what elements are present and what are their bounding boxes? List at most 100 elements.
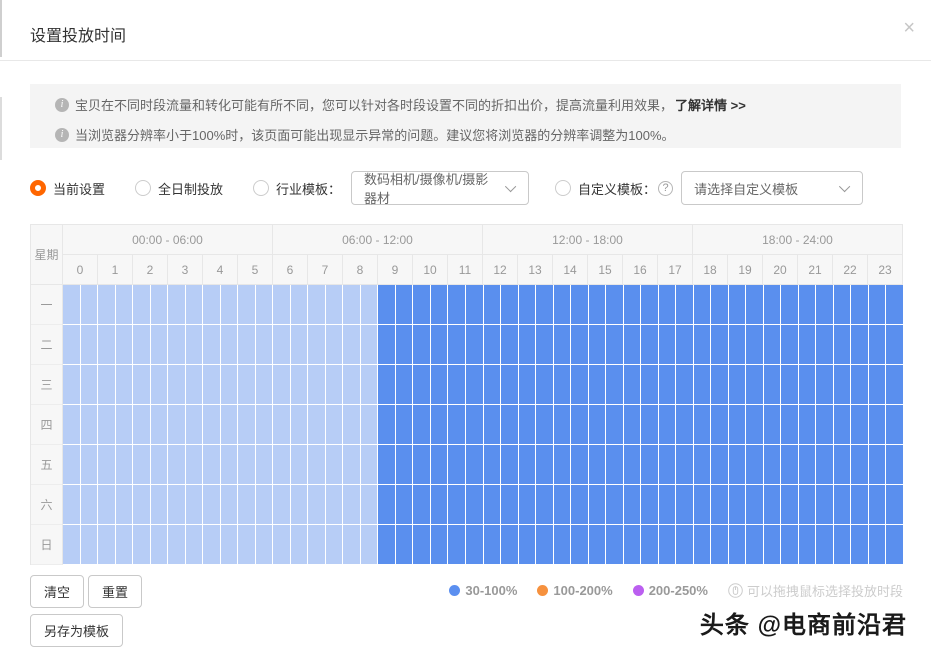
schedule-cell[interactable] bbox=[413, 365, 430, 404]
schedule-cell[interactable] bbox=[221, 485, 238, 524]
schedule-cell[interactable] bbox=[308, 525, 325, 564]
schedule-cell[interactable] bbox=[606, 285, 623, 324]
schedule-cell[interactable] bbox=[133, 325, 150, 364]
schedule-cell[interactable] bbox=[484, 445, 501, 484]
schedule-cell[interactable] bbox=[203, 445, 220, 484]
schedule-cell[interactable] bbox=[519, 405, 536, 444]
schedule-cell[interactable] bbox=[221, 365, 238, 404]
schedule-cell[interactable] bbox=[869, 405, 886, 444]
schedule-cell[interactable] bbox=[203, 285, 220, 324]
schedule-cell[interactable] bbox=[63, 405, 80, 444]
schedule-cell[interactable] bbox=[151, 285, 168, 324]
schedule-cell[interactable] bbox=[273, 445, 290, 484]
schedule-cell[interactable] bbox=[606, 525, 623, 564]
schedule-cell[interactable] bbox=[501, 405, 518, 444]
schedule-cell[interactable] bbox=[571, 525, 588, 564]
schedule-cell[interactable] bbox=[63, 525, 80, 564]
learn-more-link[interactable]: 了解详情 >> bbox=[675, 95, 746, 114]
schedule-cell[interactable] bbox=[168, 525, 185, 564]
schedule-cell[interactable] bbox=[203, 325, 220, 364]
schedule-cell[interactable] bbox=[851, 285, 868, 324]
schedule-cell[interactable] bbox=[886, 485, 903, 524]
schedule-cell[interactable] bbox=[554, 525, 571, 564]
schedule-cell[interactable] bbox=[886, 445, 903, 484]
schedule-cell[interactable] bbox=[851, 445, 868, 484]
schedule-cell[interactable] bbox=[746, 485, 763, 524]
schedule-cell[interactable] bbox=[694, 325, 711, 364]
help-icon[interactable]: ? bbox=[658, 181, 673, 196]
radio-industry-template[interactable]: 行业模板： bbox=[253, 179, 341, 198]
schedule-cell[interactable] bbox=[63, 445, 80, 484]
schedule-cell[interactable] bbox=[589, 485, 606, 524]
schedule-cell[interactable] bbox=[554, 405, 571, 444]
hour-label[interactable]: 0 bbox=[63, 255, 98, 285]
schedule-cell[interactable] bbox=[694, 285, 711, 324]
schedule-cell[interactable] bbox=[764, 445, 781, 484]
schedule-cell[interactable] bbox=[554, 285, 571, 324]
schedule-cell[interactable] bbox=[396, 405, 413, 444]
schedule-cell[interactable] bbox=[396, 525, 413, 564]
schedule-cell[interactable] bbox=[238, 405, 255, 444]
schedule-cell[interactable] bbox=[711, 365, 728, 404]
schedule-cell[interactable] bbox=[659, 405, 676, 444]
schedule-cell[interactable] bbox=[711, 405, 728, 444]
schedule-cell[interactable] bbox=[431, 285, 448, 324]
schedule-cell[interactable] bbox=[396, 445, 413, 484]
custom-template-select[interactable]: 请选择自定义模板 bbox=[681, 171, 863, 205]
schedule-cell[interactable] bbox=[448, 365, 465, 404]
schedule-cell[interactable] bbox=[343, 365, 360, 404]
schedule-cell[interactable] bbox=[746, 445, 763, 484]
schedule-cell[interactable] bbox=[711, 525, 728, 564]
radio-current-settings[interactable]: 当前设置 bbox=[30, 179, 105, 198]
schedule-cell[interactable] bbox=[256, 445, 273, 484]
schedule-cell[interactable] bbox=[519, 325, 536, 364]
schedule-cell[interactable] bbox=[186, 485, 203, 524]
schedule-cell[interactable] bbox=[624, 445, 641, 484]
hour-label[interactable]: 18 bbox=[693, 255, 728, 285]
schedule-cell[interactable] bbox=[869, 325, 886, 364]
radio-icon[interactable] bbox=[253, 180, 269, 196]
schedule-cell[interactable] bbox=[378, 365, 395, 404]
schedule-cell[interactable] bbox=[764, 485, 781, 524]
schedule-cell[interactable] bbox=[431, 445, 448, 484]
schedule-cell[interactable] bbox=[396, 365, 413, 404]
schedule-cell[interactable] bbox=[484, 525, 501, 564]
schedule-cell[interactable] bbox=[519, 485, 536, 524]
schedule-cell[interactable] bbox=[63, 325, 80, 364]
schedule-cell[interactable] bbox=[484, 485, 501, 524]
schedule-cell[interactable] bbox=[81, 285, 98, 324]
schedule-cell[interactable] bbox=[326, 485, 343, 524]
schedule-cell[interactable] bbox=[711, 285, 728, 324]
schedule-cell[interactable] bbox=[886, 365, 903, 404]
schedule-cell[interactable] bbox=[378, 525, 395, 564]
schedule-cell[interactable] bbox=[624, 325, 641, 364]
time-group-cell[interactable]: 00:00 - 06:00 bbox=[63, 225, 273, 255]
schedule-cell[interactable] bbox=[186, 405, 203, 444]
schedule-cell[interactable] bbox=[466, 285, 483, 324]
hour-label[interactable]: 2 bbox=[133, 255, 168, 285]
schedule-cell[interactable] bbox=[869, 485, 886, 524]
schedule-cell[interactable] bbox=[624, 365, 641, 404]
schedule-cell[interactable] bbox=[238, 525, 255, 564]
schedule-cell[interactable] bbox=[589, 405, 606, 444]
schedule-cell[interactable] bbox=[659, 445, 676, 484]
save-as-template-button[interactable]: 另存为模板 bbox=[30, 614, 123, 647]
schedule-cell[interactable] bbox=[589, 525, 606, 564]
schedule-cell[interactable] bbox=[536, 405, 553, 444]
schedule-cell[interactable] bbox=[151, 485, 168, 524]
radio-icon[interactable] bbox=[555, 180, 571, 196]
day-label[interactable]: 六 bbox=[31, 485, 63, 525]
schedule-cell[interactable] bbox=[764, 325, 781, 364]
schedule-cell[interactable] bbox=[361, 485, 378, 524]
schedule-cell[interactable] bbox=[641, 445, 658, 484]
schedule-cell[interactable] bbox=[413, 285, 430, 324]
schedule-cell[interactable] bbox=[641, 485, 658, 524]
schedule-cell[interactable] bbox=[343, 525, 360, 564]
schedule-cell[interactable] bbox=[343, 485, 360, 524]
schedule-cell[interactable] bbox=[729, 485, 746, 524]
schedule-cell[interactable] bbox=[151, 325, 168, 364]
schedule-cell[interactable] bbox=[273, 525, 290, 564]
schedule-cell[interactable] bbox=[834, 405, 851, 444]
schedule-cell[interactable] bbox=[466, 525, 483, 564]
schedule-cell[interactable] bbox=[501, 325, 518, 364]
